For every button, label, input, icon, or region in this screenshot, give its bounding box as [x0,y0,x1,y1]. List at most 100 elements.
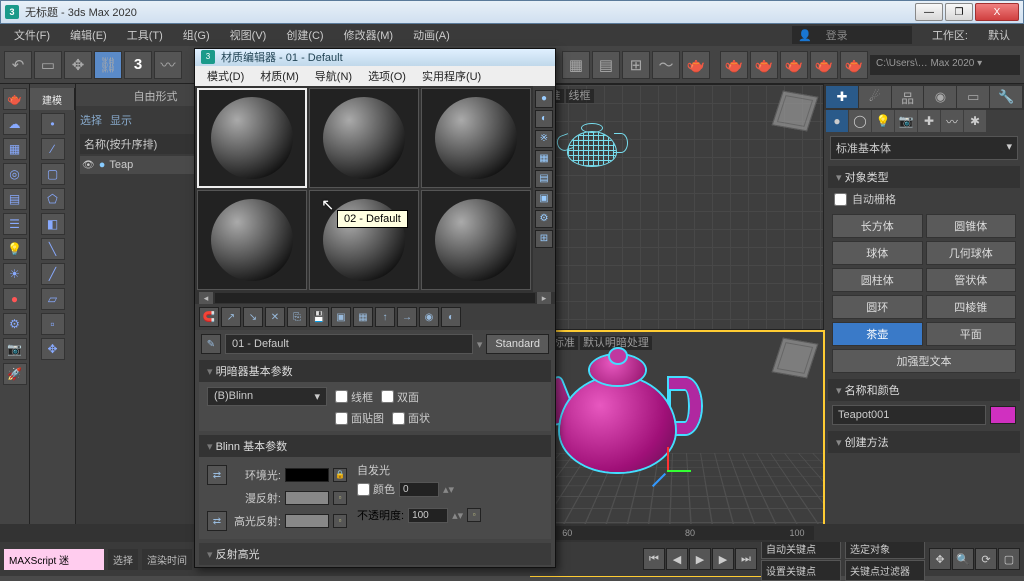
mat-scrollbar[interactable]: ◂ ▸ [195,292,555,304]
opacity-map-icon[interactable]: ▫ [467,508,481,522]
mt-pick-icon[interactable]: ◉ [419,307,439,327]
spec-map-icon[interactable]: ▫ [333,514,347,528]
tool-snap-icon[interactable]: ⊞ [622,51,650,79]
mat-slot-5[interactable] [309,190,419,290]
chk-faceted[interactable] [392,412,405,425]
menu-edit[interactable]: 编辑(E) [60,24,117,46]
nav-pan-icon[interactable]: ✥ [929,548,951,570]
tool-teapot2-icon[interactable]: 🫖 [750,51,778,79]
tool-select-icon[interactable]: ▭ [34,51,62,79]
rollout-create[interactable]: 创建方法 [828,431,1020,453]
tool-curve-icon[interactable]: 〰 [154,51,182,79]
chk-2side[interactable] [381,390,394,403]
btn-plane[interactable]: 平面 [926,322,1017,346]
tool-wave-icon[interactable]: 〜 [652,51,680,79]
btn-textplus[interactable]: 加强型文本 [832,349,1016,373]
menu-tools[interactable]: 工具(T) [117,24,173,46]
v2-dot-icon[interactable]: • [41,113,65,135]
vp-tr-shade[interactable]: 线框 [566,89,594,103]
vtool-swatch-icon[interactable]: ▦ [3,138,27,160]
primitive-dropdown[interactable]: 标准基本体▾ [830,136,1018,160]
cmdtab-hierarchy-icon[interactable]: 品 [892,86,924,108]
mat-dropper-icon[interactable]: ✎ [201,334,221,354]
tool-teapot5-icon[interactable]: 🫖 [840,51,868,79]
axis-x-icon[interactable] [667,447,669,471]
prev-frame-icon[interactable]: ◀ [666,548,688,570]
material-editor-window[interactable]: 3 材质编辑器 - 01 - Default 模式(D) 材质(M) 导航(N)… [194,48,556,568]
subtab-cam-icon[interactable]: 📷 [895,110,917,132]
vp-br-shade[interactable]: 默认明暗处理 [580,336,652,350]
mat-menu-material[interactable]: 材质(M) [252,66,307,86]
viewport-top-right[interactable]: 标准线框 [531,84,825,330]
scene-display-tab[interactable]: 显示 [110,112,132,128]
scroll-right-icon[interactable]: ▸ [537,292,551,304]
opacity-spinner[interactable] [408,508,448,523]
mat-slot-1[interactable] [197,88,307,188]
play-icon[interactable]: ▶ [689,548,711,570]
rollout-spechl[interactable]: 反射高光 [199,543,551,565]
btn-tube[interactable]: 管状体 [926,268,1017,292]
vtool-layers-icon[interactable]: ☰ [3,213,27,235]
cmdtab-motion-icon[interactable]: ◉ [924,86,956,108]
mat-slot-4[interactable] [197,190,307,290]
nav-orbit-icon[interactable]: ⟳ [975,548,997,570]
tool-undo-icon[interactable]: ↶ [4,51,32,79]
v2-plane-icon[interactable]: ▱ [41,288,65,310]
keyfilter-button[interactable]: 关键点过滤器 [845,560,925,581]
next-frame-icon[interactable]: ▶ [712,548,734,570]
maximize-button[interactable]: ❐ [945,3,973,21]
mat-name-field[interactable]: 01 - Default [225,334,473,354]
vtool-gear-icon[interactable]: ⚙ [3,313,27,335]
cmdtab-display-icon[interactable]: ▭ [957,86,989,108]
autogrid-checkbox[interactable] [834,193,847,206]
spec-lock-icon[interactable]: ⇄ [207,511,227,531]
shader-dropdown[interactable]: (B)Blinn▾ [207,387,327,406]
rollout-objtype[interactable]: 对象类型 [828,166,1020,188]
mt-put-icon[interactable]: ↗ [221,307,241,327]
ms-bg-icon[interactable]: ▦ [535,150,553,168]
selfillum-spinner[interactable] [399,482,439,497]
rollout-shader[interactable]: 明暗器基本参数 [199,360,551,382]
mt-show-icon[interactable]: ▣ [331,307,351,327]
mt-assign-icon[interactable]: ↘ [243,307,263,327]
subtab-sys-icon[interactable]: ✱ [964,110,986,132]
menu-anim[interactable]: 动画(A) [403,24,460,46]
menu-create[interactable]: 创建(C) [276,24,333,46]
subtab-light-icon[interactable]: 💡 [872,110,894,132]
login-field[interactable]: 👤 登录 [792,26,912,44]
tool-teapot4-icon[interactable]: 🫖 [810,51,838,79]
object-color-swatch[interactable] [990,406,1016,424]
axis-y-icon[interactable] [667,470,691,472]
close-button[interactable]: X [975,3,1019,21]
vtool-camera-icon[interactable]: 📷 [3,338,27,360]
menu-group[interactable]: 组(G) [173,24,220,46]
chk-wire[interactable] [335,390,348,403]
menu-modifier[interactable]: 修改器(M) [334,24,404,46]
diffuse-map-icon[interactable]: ▫ [333,491,347,505]
axis-z-icon[interactable] [651,472,665,486]
mat-menu-util[interactable]: 实用程序(U) [414,66,489,86]
cmdtab-modify-icon[interactable]: ☄ [859,86,891,108]
object-name-field[interactable]: Teapot001 [832,405,986,425]
chk-facemap[interactable] [335,412,348,425]
v2-blank-icon[interactable]: ▫ [41,313,65,335]
vtool-record-icon[interactable]: ● [3,288,27,310]
nav-max-icon[interactable]: ▢ [998,548,1020,570]
mt-save-icon[interactable]: 💾 [309,307,329,327]
menu-view[interactable]: 视图(V) [220,24,277,46]
btn-sphere[interactable]: 球体 [832,241,923,265]
viewcube-icon-2[interactable] [772,337,819,378]
mat-menu-nav[interactable]: 导航(N) [307,66,360,86]
btn-cone[interactable]: 圆锥体 [926,214,1017,238]
mat-slot-2[interactable] [309,88,419,188]
chk-selfillum[interactable] [357,483,370,496]
goto-end-icon[interactable]: ⏭ [735,548,757,570]
v2-diag-icon[interactable]: ╲ [41,238,65,260]
tool-move-icon[interactable]: ✥ [64,51,92,79]
ms-sample-icon[interactable]: ● [535,90,553,108]
subtab-helper-icon[interactable]: ✚ [918,110,940,132]
btn-box[interactable]: 长方体 [832,214,923,238]
rollout-blinn[interactable]: Blinn 基本参数 [199,435,551,457]
tool-link-icon[interactable]: ⛓ [94,51,122,79]
tool-render-icon[interactable]: 🫖 [682,51,710,79]
